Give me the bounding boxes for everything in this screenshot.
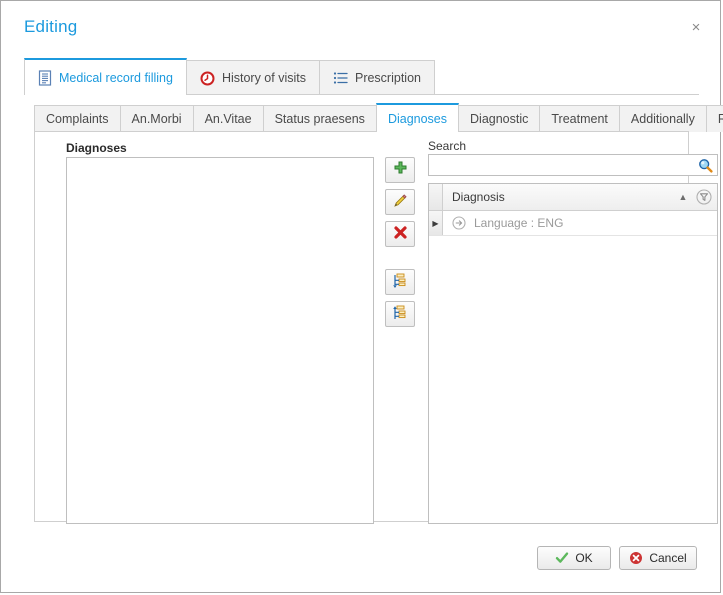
diagnoses-heading: Diagnoses (66, 141, 127, 155)
close-icon[interactable]: × (686, 18, 706, 38)
funnel-filter-icon[interactable] (691, 189, 717, 205)
subtab-label: Status praesens (274, 112, 365, 126)
medical-record-panel: Complaints An.Morbi An.Vitae Status prae… (24, 95, 723, 533)
subtab-label: An.Vitae (204, 112, 252, 126)
subtab-label: Additionally (630, 112, 695, 126)
subtab-label: Treatment (551, 112, 608, 126)
document-lines-icon (38, 69, 52, 86)
collapse-all-button[interactable] (385, 301, 415, 327)
tree-collapse-icon (392, 305, 408, 324)
subtab-diagnostic[interactable]: Diagnostic (458, 105, 541, 132)
row-expander[interactable]: ▶ (429, 211, 443, 235)
diagnosis-grid: Diagnosis ▲ ▶ Language: ENG (428, 183, 718, 524)
dialog-footer: OK Cancel (1, 541, 720, 581)
diagnoses-tab-panel: Diagnoses Search Diagnosis ▲ ▶ Language … (34, 131, 718, 524)
subtab-diagnoses[interactable]: Diagnoses (375, 103, 460, 132)
cancel-label: Cancel (649, 551, 687, 565)
bulleted-list-icon (333, 71, 348, 85)
subtab-complaints[interactable]: Complaints (34, 105, 121, 132)
search-box (428, 154, 718, 176)
subtab-label: Complaints (46, 112, 109, 126)
tab-medical-record-filling[interactable]: Medical record filling (24, 58, 187, 95)
green-check-icon (555, 551, 569, 565)
page-title: Editing (24, 17, 78, 36)
sub-tab-bar: Complaints An.Morbi An.Vitae Status prae… (34, 103, 723, 132)
grid-column-diagnosis[interactable]: Diagnosis (443, 190, 675, 204)
subtab-label: An.Morbi (131, 112, 182, 126)
subtab-result[interactable]: Result (705, 105, 723, 132)
row-label: Language : ENG (474, 216, 564, 230)
subtab-additionally[interactable]: Additionally (618, 105, 707, 132)
tree-expand-icon (392, 273, 408, 292)
expand-all-button[interactable] (385, 269, 415, 295)
subtab-an-morbi[interactable]: An.Morbi (119, 105, 194, 132)
ok-label: OK (575, 551, 593, 565)
subtab-label: Diagnoses (387, 111, 448, 126)
circle-arrow-right-icon (452, 216, 466, 230)
pencil-icon (392, 193, 408, 212)
subtab-status-praesens[interactable]: Status praesens (262, 105, 377, 132)
diagnoses-list[interactable] (66, 157, 374, 524)
magnifier-icon[interactable] (695, 156, 715, 174)
grid-header-row: Diagnosis ▲ (429, 184, 717, 211)
tab-label: History of visits (221, 71, 306, 85)
tab-label: Medical record filling (59, 70, 173, 85)
delete-button[interactable] (385, 221, 415, 247)
edit-button[interactable] (385, 189, 415, 215)
tab-prescription[interactable]: Prescription (318, 60, 435, 95)
diagnoses-toolbar (385, 157, 417, 333)
search-input[interactable] (429, 155, 695, 175)
ok-button[interactable]: OK (537, 546, 611, 570)
main-tab-bar: Medical record filling History of visits (24, 58, 435, 95)
grid-indicator-column (429, 184, 443, 210)
subtab-an-vitae[interactable]: An.Vitae (192, 105, 264, 132)
table-row[interactable]: ▶ Language : ENG (429, 211, 717, 236)
subtab-label: Diagnostic (470, 112, 529, 126)
subtab-label: Result (717, 112, 723, 126)
editing-dialog: Editing × Medical record filling History… (0, 0, 723, 593)
red-circle-x-icon (629, 551, 643, 565)
cancel-button[interactable]: Cancel (619, 546, 697, 570)
search-label: Search (428, 139, 467, 153)
sort-ascending-icon[interactable]: ▲ (675, 192, 691, 202)
subtab-treatment[interactable]: Treatment (539, 105, 620, 132)
plus-icon (393, 161, 408, 179)
title-bar: Editing × (1, 1, 720, 49)
tab-history-of-visits[interactable]: History of visits (185, 60, 320, 95)
add-button[interactable] (385, 157, 415, 183)
red-x-icon (393, 225, 408, 243)
tab-label: Prescription (354, 71, 421, 85)
clock-history-icon (200, 71, 215, 86)
